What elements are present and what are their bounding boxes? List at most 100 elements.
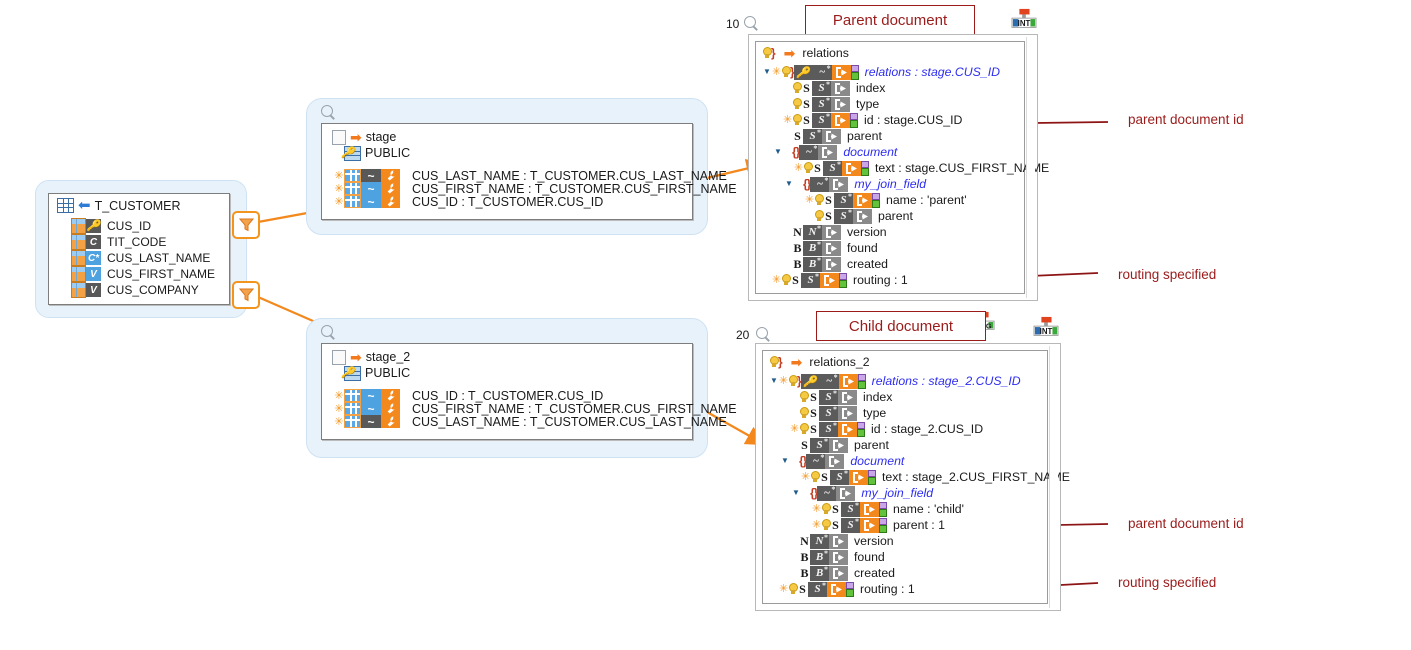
- tree-root-row[interactable]: }➡relations: [760, 45, 1024, 61]
- tree-row[interactable]: BB*created: [760, 256, 1024, 272]
- export-icon[interactable]: [827, 582, 846, 597]
- tree-row[interactable]: SS*parent: [760, 208, 1024, 224]
- tree-row[interactable]: ▼{}~*my_join_field: [767, 485, 1047, 501]
- stage-mapping-row[interactable]: ✳~CUS_ID : T_CUSTOMER.CUS_ID: [334, 195, 737, 208]
- chevron-down-icon[interactable]: ▼: [780, 453, 790, 469]
- export-icon[interactable]: [860, 502, 879, 517]
- export-icon[interactable]: [853, 209, 872, 224]
- export-icon[interactable]: [822, 225, 841, 240]
- magnifier-icon[interactable]: [756, 327, 771, 342]
- chevron-down-icon[interactable]: ▼: [773, 144, 783, 160]
- tree-row[interactable]: ✳SS*id : stage_2.CUS_ID: [767, 421, 1047, 437]
- tree-row[interactable]: ▼{}~*document: [760, 144, 1024, 160]
- tree-row[interactable]: ✳SS*text : stage_2.CUS_FIRST_NAME: [767, 469, 1047, 485]
- export-icon[interactable]: [829, 550, 848, 565]
- export-icon[interactable]: [831, 97, 850, 112]
- bulb-icon: [821, 519, 830, 532]
- wrench-icon: [381, 389, 400, 402]
- export-icon[interactable]: [853, 193, 872, 208]
- tree-row[interactable]: SS*type: [767, 405, 1047, 421]
- tree-row[interactable]: ✳SS*text : stage.CUS_FIRST_NAME: [760, 160, 1024, 176]
- tree-row[interactable]: ✳SS*id : stage.CUS_ID: [760, 112, 1024, 128]
- tree-row[interactable]: ▼{}~*document: [767, 453, 1047, 469]
- stage-mapping-row[interactable]: ✳~CUS_FIRST_NAME : T_CUSTOMER.CUS_FIRST_…: [334, 402, 737, 415]
- source-table-component[interactable]: ⬅ T_CUSTOMER 🔑CUS_IDCTIT_CODEC*CUS_LAST_…: [35, 180, 247, 318]
- tree-row[interactable]: BB*found: [767, 549, 1047, 565]
- export-icon[interactable]: [832, 65, 851, 80]
- export-icon[interactable]: [839, 374, 858, 389]
- export-icon[interactable]: [822, 129, 841, 144]
- export-icon[interactable]: [860, 518, 879, 533]
- tree-row[interactable]: ▼✳}🔑~*relations : stage_2.CUS_ID: [767, 373, 1047, 389]
- magnifier-icon[interactable]: [321, 105, 336, 120]
- tree-row[interactable]: ✳SS*routing : 1: [760, 272, 1024, 288]
- tree-row[interactable]: BB*found: [760, 240, 1024, 256]
- stage-component-2[interactable]: STG ➡ stage_2 🔑 PUBLIC ✳~CUS_ID : T_CUST…: [306, 318, 708, 458]
- export-icon[interactable]: [829, 534, 848, 549]
- type-glyph-n: N: [799, 534, 810, 549]
- magnifier-icon[interactable]: [321, 325, 336, 340]
- tree-row[interactable]: SS*type: [760, 96, 1024, 112]
- filter-button-top[interactable]: [232, 211, 260, 239]
- tree-row-label: parent: [847, 129, 882, 143]
- export-icon[interactable]: [820, 273, 839, 288]
- export-icon[interactable]: [822, 241, 841, 256]
- stage-mapping-row[interactable]: ✳~CUS_LAST_NAME : T_CUSTOMER.CUS_LAST_NA…: [334, 415, 737, 428]
- tree-row[interactable]: SS*index: [760, 80, 1024, 96]
- chevron-down-icon[interactable]: ▼: [791, 485, 801, 501]
- tree-row[interactable]: ✳SS*parent : 1: [767, 517, 1047, 533]
- vertical-scrollbar[interactable]: [1026, 37, 1035, 298]
- export-icon[interactable]: [829, 438, 848, 453]
- export-icon[interactable]: [838, 390, 857, 405]
- stage-mapping-row[interactable]: ✳~CUS_FIRST_NAME : T_CUSTOMER.CUS_FIRST_…: [334, 182, 737, 195]
- export-icon[interactable]: [838, 406, 857, 421]
- source-table-field-row[interactable]: C*CUS_LAST_NAME: [71, 250, 215, 266]
- export-icon[interactable]: [831, 113, 850, 128]
- tree-row[interactable]: ✳SS*name : 'child': [767, 501, 1047, 517]
- export-icon[interactable]: [831, 81, 850, 96]
- chevron-down-icon[interactable]: ▼: [762, 64, 772, 80]
- export-icon[interactable]: [818, 145, 837, 160]
- vertical-scrollbar[interactable]: [1049, 346, 1058, 608]
- tree-row-label: created: [854, 566, 895, 580]
- export-icon[interactable]: [825, 454, 844, 469]
- chevron-down-icon[interactable]: ▼: [784, 176, 794, 192]
- source-table-field-row[interactable]: 🔑CUS_ID: [71, 218, 215, 234]
- column-icon: [71, 234, 86, 250]
- wrench-icon: [381, 415, 400, 428]
- tree-row[interactable]: ▼✳}🔑~*relations : stage.CUS_ID: [760, 64, 1024, 80]
- source-table-field-row[interactable]: VCUS_COMPANY: [71, 282, 215, 298]
- stage-mapping-row[interactable]: ✳~CUS_LAST_NAME : T_CUSTOMER.CUS_LAST_NA…: [334, 169, 737, 182]
- chevron-down-icon[interactable]: ▼: [769, 373, 779, 389]
- export-icon[interactable]: [829, 566, 848, 581]
- tree-root-row[interactable]: }➡relations_2: [767, 354, 1047, 370]
- export-icon[interactable]: [829, 177, 848, 192]
- tree-row[interactable]: ▼{}~*my_join_field: [760, 176, 1024, 192]
- parent-document-panel[interactable]: }➡relations ▼✳}🔑~*relations : stage.CUS_…: [748, 34, 1038, 301]
- export-icon[interactable]: [842, 161, 861, 176]
- tree-row[interactable]: BB*created: [767, 565, 1047, 581]
- export-icon[interactable]: [822, 257, 841, 272]
- source-table-field-row[interactable]: CTIT_CODE: [71, 234, 215, 250]
- tree-row[interactable]: ✳SS*name : 'parent': [760, 192, 1024, 208]
- stage-component-1[interactable]: STG ➡ stage 🔑 PUBLIC ✳~CUS_LAST_NAME : T…: [306, 98, 708, 235]
- export-icon[interactable]: [836, 486, 855, 501]
- tree-row[interactable]: NN*version: [767, 533, 1047, 549]
- source-table-field-row[interactable]: VCUS_FIRST_NAME: [71, 266, 215, 282]
- child-document-panel[interactable]: }➡relations_2 ▼✳}🔑~*relations : stage_2.…: [755, 343, 1061, 611]
- tree-row[interactable]: SS*parent: [767, 437, 1047, 453]
- page-icon: [332, 350, 346, 365]
- stage-mapping-row[interactable]: ✳~CUS_ID : T_CUSTOMER.CUS_ID: [334, 389, 737, 402]
- asterisk-icon: ✳: [779, 373, 788, 389]
- type-glyph-s: S: [808, 422, 819, 437]
- datatype-cell: ~*: [813, 65, 832, 80]
- parent-tree-rows: ▼✳}🔑~*relations : stage.CUS_IDSS*indexSS…: [760, 64, 1024, 288]
- export-icon[interactable]: [849, 470, 868, 485]
- tree-row[interactable]: ✳SS*routing : 1: [767, 581, 1047, 597]
- export-icon[interactable]: [838, 422, 857, 437]
- filter-button-bottom[interactable]: [232, 281, 260, 309]
- tree-row[interactable]: SS*parent: [760, 128, 1024, 144]
- tree-row[interactable]: NN*version: [760, 224, 1024, 240]
- magnifier-icon[interactable]: [744, 16, 759, 31]
- tree-row[interactable]: SS*index: [767, 389, 1047, 405]
